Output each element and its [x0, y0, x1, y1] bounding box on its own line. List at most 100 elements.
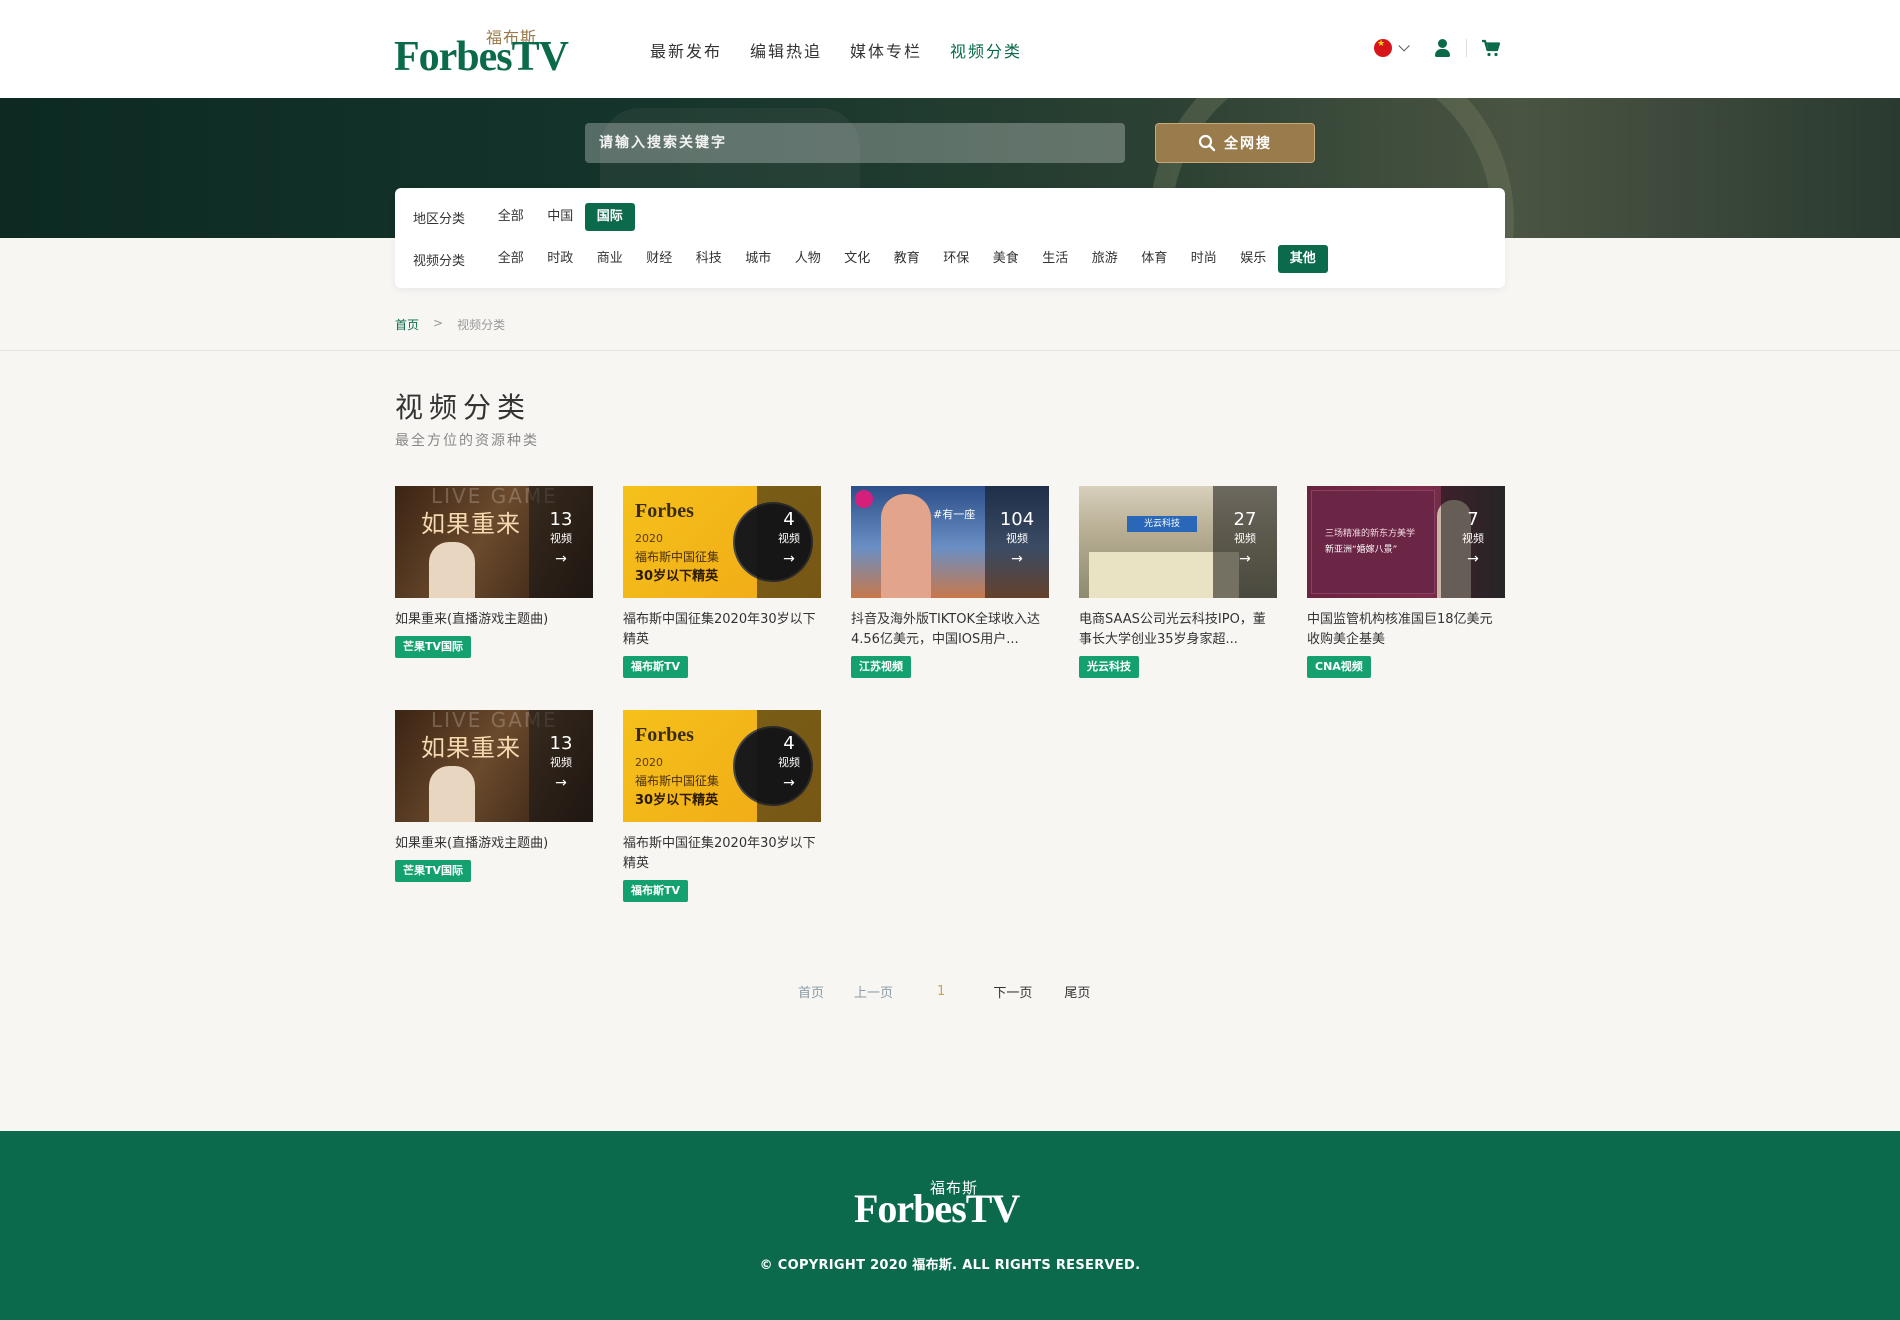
video-count: 104: [999, 509, 1035, 530]
video-card[interactable]: 光云科技 27 视频 → 电商SAAS公司光云科技IPO，董事长大学创业35岁身…: [1079, 486, 1277, 678]
china-flag-icon[interactable]: [1374, 39, 1392, 57]
source-tag[interactable]: 光云科技: [1079, 656, 1139, 678]
page-last[interactable]: 尾页: [1064, 982, 1090, 1001]
video-card[interactable]: 三场精准的新东方美学 新亚洲“婚嫁八景” 7 视频 → 中国监管机构核准国巨18…: [1307, 486, 1505, 678]
breadcrumb-current: 视频分类: [457, 318, 506, 332]
video-count-panel: 104 视频 →: [985, 486, 1049, 598]
category-business[interactable]: 商业: [585, 245, 635, 273]
thumbnail-year-text: 2020: [635, 756, 663, 769]
thumbnail-line1-text: 福布斯中国征集: [635, 550, 720, 564]
video-card-title[interactable]: 福布斯中国征集2020年30岁以下精英: [623, 610, 821, 650]
category-tech[interactable]: 科技: [684, 245, 734, 273]
video-count: 4: [783, 733, 795, 754]
arrow-right-icon: →: [1467, 551, 1479, 567]
category-filter-row: 视频分类 全部 时政 商业 财经 科技 城市 人物 文化 教育 环保 美食 生活…: [413, 245, 1328, 273]
source-tag[interactable]: CNA视频: [1307, 656, 1371, 678]
video-card-title[interactable]: 中国监管机构核准国巨18亿美元收购美企基美: [1307, 610, 1505, 650]
category-food[interactable]: 美食: [981, 245, 1031, 273]
search-icon: [1198, 134, 1216, 152]
arrow-right-icon: →: [555, 775, 567, 791]
nav-media-column[interactable]: 媒体专栏: [850, 38, 922, 62]
category-travel[interactable]: 旅游: [1080, 245, 1130, 273]
category-other[interactable]: 其他: [1278, 245, 1328, 273]
category-fashion[interactable]: 时尚: [1179, 245, 1229, 273]
category-politics[interactable]: 时政: [536, 245, 586, 273]
source-tag[interactable]: 福布斯TV: [623, 656, 689, 678]
category-city[interactable]: 城市: [734, 245, 784, 273]
source-tag[interactable]: 芒果TV国际: [395, 636, 472, 658]
video-thumbnail[interactable]: 三场精准的新东方美学 新亚洲“婚嫁八景” 7 视频 →: [1307, 486, 1505, 598]
category-life[interactable]: 生活: [1031, 245, 1081, 273]
video-card-title[interactable]: 电商SAAS公司光云科技IPO，董事长大学创业35岁身家超...: [1079, 610, 1277, 650]
nav-latest[interactable]: 最新发布: [650, 38, 722, 62]
region-china[interactable]: 中国: [536, 203, 586, 231]
region-international[interactable]: 国际: [585, 203, 635, 231]
video-card-title[interactable]: 福布斯中国征集2020年30岁以下精英: [623, 834, 821, 874]
cart-icon[interactable]: [1481, 38, 1501, 58]
source-tag[interactable]: 芒果TV国际: [395, 860, 472, 882]
page-current[interactable]: 1: [937, 984, 945, 999]
user-icon[interactable]: [1434, 38, 1452, 58]
category-people[interactable]: 人物: [783, 245, 833, 273]
forbes-tv-logo[interactable]: 福布斯 ForbesTV: [394, 24, 590, 78]
header-divider: [1466, 39, 1467, 57]
thumbnail-sign-text: 光云科技: [1127, 516, 1197, 532]
video-count-panel: 27 视频 →: [1213, 486, 1277, 598]
page-next[interactable]: 下一页: [993, 982, 1032, 1001]
video-count: 13: [549, 509, 573, 530]
thumbnail-figure: [881, 494, 931, 598]
video-card[interactable]: Forbes 2020 福布斯中国征集 30岁以下精英 4 视频 → 福布斯中国…: [623, 710, 821, 902]
source-tag[interactable]: 福布斯TV: [623, 880, 689, 902]
video-thumbnail[interactable]: #有一座 104 视频 →: [851, 486, 1049, 598]
category-sports[interactable]: 体育: [1130, 245, 1180, 273]
page-subtitle: 最全方位的资源种类: [395, 433, 539, 449]
thumbnail-line2-text: 30岁以下精英: [635, 793, 719, 808]
video-card[interactable]: LIVE GAME 如果重来 13 视频 → 如果重来(直播游戏主题曲) 芒果T…: [395, 710, 593, 882]
video-thumbnail[interactable]: Forbes 2020 福布斯中国征集 30岁以下精英 4 视频 →: [623, 710, 821, 822]
video-thumbnail[interactable]: Forbes 2020 福布斯中国征集 30岁以下精英 4 视频 →: [623, 486, 821, 598]
video-card[interactable]: LIVE GAME 如果重来 13 视频 → 如果重来(直播游戏主题曲) 芒果T…: [395, 486, 593, 658]
video-count-label: 视频: [550, 532, 572, 545]
page-title: 视频分类: [395, 391, 532, 424]
thumbnail-line2-text: 新亚洲“婚嫁八景”: [1325, 545, 1398, 555]
video-card[interactable]: Forbes 2020 福布斯中国征集 30岁以下精英 4 视频 → 福布斯中国…: [623, 486, 821, 678]
video-card-title[interactable]: 如果重来(直播游戏主题曲): [395, 834, 593, 854]
video-card-title[interactable]: 抖音及海外版TIKTOK全球收入达4.56亿美元，中国IOS用户...: [851, 610, 1049, 650]
region-filter-row: 地区分类 全部 中国 国际: [413, 203, 635, 231]
category-culture[interactable]: 文化: [833, 245, 883, 273]
video-count-label: 视频: [778, 756, 800, 769]
video-count-label: 视频: [778, 532, 800, 545]
page-prev[interactable]: 上一页: [854, 982, 893, 1001]
video-card[interactable]: #有一座 104 视频 → 抖音及海外版TIKTOK全球收入达4.56亿美元，中…: [851, 486, 1049, 678]
site-header: 福布斯 ForbesTV 最新发布 编辑热追 媒体专栏 视频分类: [0, 0, 1900, 98]
category-finance[interactable]: 财经: [635, 245, 685, 273]
video-thumbnail[interactable]: 光云科技 27 视频 →: [1079, 486, 1277, 598]
thumbnail-channel-badge: [855, 490, 873, 508]
region-all[interactable]: 全部: [486, 203, 536, 231]
search-all-button[interactable]: 全网搜: [1155, 123, 1315, 163]
page-first[interactable]: 首页: [798, 982, 824, 1001]
video-count-panel: 13 视频 →: [529, 710, 593, 822]
breadcrumb-divider: [0, 350, 1900, 351]
chevron-down-icon[interactable]: [1398, 40, 1410, 52]
source-tag[interactable]: 江苏视频: [851, 656, 911, 678]
filter-panel: 地区分类 全部 中国 国际 视频分类 全部 时政 商业 财经 科技 城市 人物 …: [395, 188, 1505, 288]
thumbnail-line1-text: 福布斯中国征集: [635, 774, 720, 788]
footer-logo[interactable]: 福布斯 ForbesTV: [854, 1177, 1050, 1229]
arrow-right-icon: →: [783, 551, 795, 567]
thumbnail-logo-text: Forbes: [635, 724, 694, 746]
footer-logo-english-text: ForbesTV: [854, 1186, 1020, 1231]
video-thumbnail[interactable]: LIVE GAME 如果重来 13 视频 →: [395, 710, 593, 822]
nav-video-categories[interactable]: 视频分类: [950, 38, 1022, 62]
video-thumbnail[interactable]: LIVE GAME 如果重来 13 视频 →: [395, 486, 593, 598]
nav-editor-picks[interactable]: 编辑热追: [750, 38, 822, 62]
category-environment[interactable]: 环保: [932, 245, 982, 273]
breadcrumb-home[interactable]: 首页: [395, 316, 419, 333]
category-all[interactable]: 全部: [486, 245, 536, 273]
category-education[interactable]: 教育: [882, 245, 932, 273]
category-entertainment[interactable]: 娱乐: [1229, 245, 1279, 273]
arrow-right-icon: →: [555, 551, 567, 567]
search-input[interactable]: [585, 123, 1125, 163]
main-nav: 最新发布 编辑热追 媒体专栏 视频分类: [650, 38, 1022, 62]
video-card-title[interactable]: 如果重来(直播游戏主题曲): [395, 610, 593, 630]
